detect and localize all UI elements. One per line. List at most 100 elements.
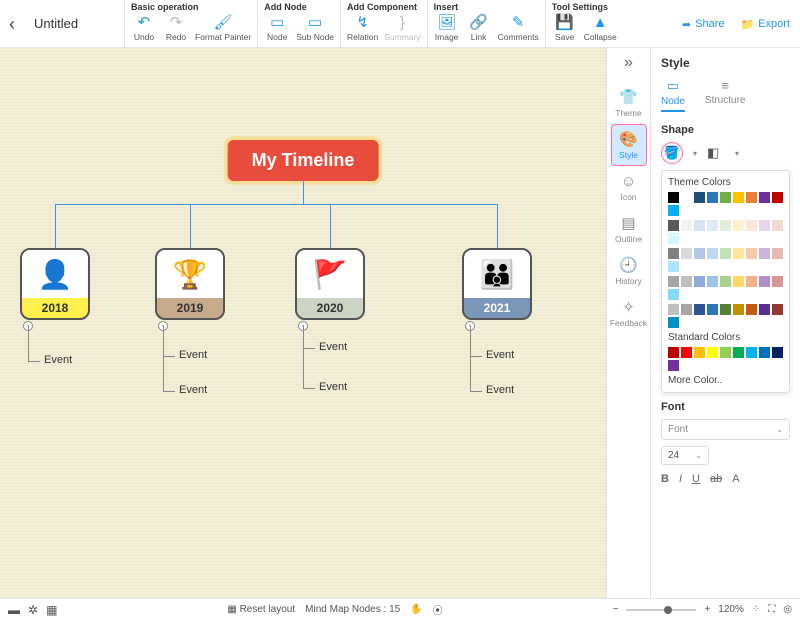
fill-color-button[interactable]: 🪣 xyxy=(661,142,683,164)
color-swatch[interactable] xyxy=(694,347,705,358)
year-node-2020[interactable]: 🚩 2020 xyxy=(295,248,365,320)
grid-icon[interactable]: ▦ xyxy=(46,603,57,617)
tab-structure[interactable]: ≡Structure xyxy=(705,78,746,112)
color-swatch[interactable] xyxy=(720,276,731,287)
color-swatch[interactable] xyxy=(681,248,692,259)
color-swatch[interactable] xyxy=(694,192,705,203)
rail-icon[interactable]: ☺Icon xyxy=(611,166,647,208)
color-swatch[interactable] xyxy=(746,276,757,287)
color-swatch[interactable] xyxy=(707,276,718,287)
color-swatch[interactable] xyxy=(772,220,783,231)
color-swatch[interactable] xyxy=(668,248,679,259)
color-swatch[interactable] xyxy=(707,347,718,358)
event-node[interactable]: Event xyxy=(486,384,514,396)
year-node-2018[interactable]: 👤 2018 xyxy=(20,248,90,320)
color-swatch[interactable] xyxy=(707,220,718,231)
fullscreen-button[interactable]: ⛶ xyxy=(768,604,775,615)
color-swatch[interactable] xyxy=(746,220,757,231)
rail-feedback[interactable]: ✧Feedback xyxy=(611,292,647,334)
font-family-select[interactable]: Font⌄ xyxy=(661,419,790,440)
color-swatch[interactable] xyxy=(759,248,770,259)
event-node[interactable]: Event xyxy=(319,381,347,393)
border-color-button[interactable]: ◧ xyxy=(707,144,725,162)
color-swatch[interactable] xyxy=(759,276,770,287)
event-node[interactable]: Event xyxy=(486,349,514,361)
color-swatch[interactable] xyxy=(733,276,744,287)
color-swatch[interactable] xyxy=(720,192,731,203)
insert-comments-button[interactable]: ✎Comments xyxy=(498,13,539,42)
font-color-button[interactable]: A xyxy=(732,473,739,485)
rail-outline[interactable]: ▤Outline xyxy=(611,208,647,250)
strike-button[interactable]: ab xyxy=(710,473,722,485)
summary-button[interactable]: }Summary xyxy=(384,13,420,42)
center-button[interactable]: ◎ xyxy=(783,604,792,615)
fit-button[interactable]: ⁘ xyxy=(752,604,760,615)
color-swatch[interactable] xyxy=(759,347,770,358)
color-swatch[interactable] xyxy=(681,192,692,203)
color-swatch[interactable] xyxy=(681,347,692,358)
zoom-slider[interactable] xyxy=(626,609,696,611)
color-swatch[interactable] xyxy=(733,248,744,259)
rail-theme[interactable]: 👕Theme xyxy=(611,82,647,124)
color-swatch[interactable] xyxy=(759,304,770,315)
export-button[interactable]: 📁Export xyxy=(741,18,791,31)
color-swatch[interactable] xyxy=(733,304,744,315)
redo-button[interactable]: ↷Redo xyxy=(163,13,189,42)
color-swatch[interactable] xyxy=(694,248,705,259)
color-swatch[interactable] xyxy=(668,261,679,272)
color-swatch[interactable] xyxy=(720,304,731,315)
color-swatch[interactable] xyxy=(746,248,757,259)
relation-button[interactable]: ↯Relation xyxy=(347,13,378,42)
chevron-down-icon[interactable]: ▾ xyxy=(735,149,739,158)
color-swatch[interactable] xyxy=(720,347,731,358)
insert-link-button[interactable]: 🔗Link xyxy=(466,13,492,42)
color-swatch[interactable] xyxy=(746,347,757,358)
add-node-button[interactable]: ▭Node xyxy=(264,13,290,42)
color-swatch[interactable] xyxy=(668,289,679,300)
color-swatch[interactable] xyxy=(733,347,744,358)
undo-button[interactable]: ↶Undo xyxy=(131,13,157,42)
collapse-button[interactable]: ▲Collapse xyxy=(584,13,617,42)
color-swatch[interactable] xyxy=(668,347,679,358)
root-node[interactable]: My Timeline xyxy=(226,138,381,183)
color-swatch[interactable] xyxy=(681,276,692,287)
rail-style[interactable]: 🎨Style xyxy=(611,124,647,166)
color-swatch[interactable] xyxy=(746,192,757,203)
color-swatch[interactable] xyxy=(681,304,692,315)
share-button[interactable]: ➦Share xyxy=(682,18,725,31)
reset-layout-button[interactable]: ▦ Reset layout xyxy=(227,604,295,615)
color-swatch[interactable] xyxy=(759,192,770,203)
color-swatch[interactable] xyxy=(733,192,744,203)
color-swatch[interactable] xyxy=(694,276,705,287)
bold-button[interactable]: B xyxy=(661,473,669,485)
save-button[interactable]: 💾Save xyxy=(552,13,578,42)
brightness-icon[interactable]: ✲ xyxy=(28,603,38,617)
color-swatch[interactable] xyxy=(720,220,731,231)
back-button[interactable]: ‹ xyxy=(0,0,24,48)
color-swatch[interactable] xyxy=(746,304,757,315)
hand-tool-button[interactable]: ✋ xyxy=(410,604,422,615)
color-swatch[interactable] xyxy=(772,248,783,259)
color-swatch[interactable] xyxy=(733,220,744,231)
document-title[interactable]: Untitled xyxy=(34,16,124,31)
font-size-select[interactable]: 24⌄ xyxy=(661,446,709,465)
year-node-2019[interactable]: 🏆 2019 xyxy=(155,248,225,320)
add-subnode-button[interactable]: ▭Sub Node xyxy=(296,13,334,42)
color-swatch[interactable] xyxy=(707,304,718,315)
color-swatch[interactable] xyxy=(694,220,705,231)
collapse-panel-button[interactable]: » xyxy=(624,54,633,72)
color-swatch[interactable] xyxy=(668,233,679,244)
tab-node[interactable]: ▭Node xyxy=(661,78,685,112)
color-swatch[interactable] xyxy=(668,220,679,231)
rail-history[interactable]: 🕘History xyxy=(611,250,647,292)
color-swatch[interactable] xyxy=(772,192,783,203)
italic-button[interactable]: I xyxy=(679,473,682,485)
year-node-2021[interactable]: 👪 2021 xyxy=(462,248,532,320)
color-swatch[interactable] xyxy=(668,205,679,216)
mindmap-canvas[interactable]: My Timeline 👤 2018 🏆 2019 🚩 2020 👪 2021 … xyxy=(0,48,606,598)
color-swatch[interactable] xyxy=(772,304,783,315)
color-swatch[interactable] xyxy=(707,192,718,203)
color-swatch[interactable] xyxy=(668,317,679,328)
chevron-down-icon[interactable]: ▾ xyxy=(693,149,697,158)
color-swatch[interactable] xyxy=(694,304,705,315)
